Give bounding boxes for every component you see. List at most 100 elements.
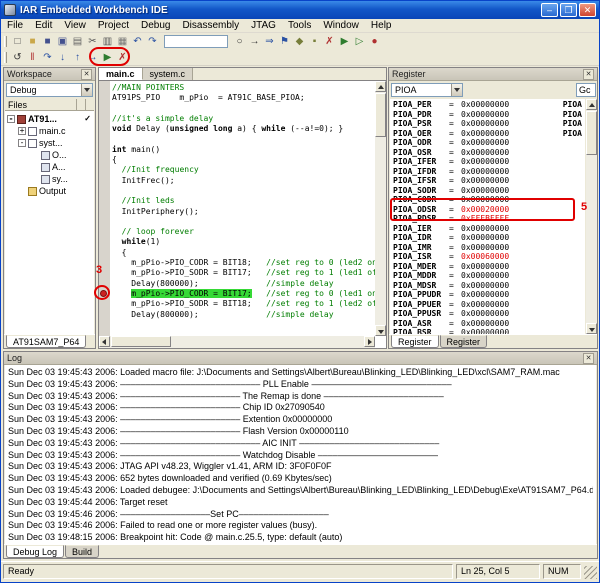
breakpoint-gutter[interactable] xyxy=(99,289,112,299)
code-line[interactable]: //Init leds xyxy=(99,196,375,206)
menu-item[interactable]: Disassembly xyxy=(176,19,245,33)
find-next-icon[interactable]: → xyxy=(247,34,262,48)
PIOA_PDR[interactable]: PIOA_PDR = 0x00000000 PIOA xyxy=(393,110,582,120)
scrollbar-thumb[interactable] xyxy=(111,336,171,347)
scrollbar-thumb[interactable] xyxy=(375,93,386,137)
close-icon[interactable]: ✕ xyxy=(583,69,594,80)
workspace-project-tab[interactable]: AT91SAM7_P64 xyxy=(6,335,86,348)
code-line[interactable]: Delay(800000); //simple delay xyxy=(99,310,375,320)
tab-build[interactable]: Build xyxy=(65,545,99,558)
breakpoint-gutter[interactable] xyxy=(99,310,112,320)
code-line[interactable]: void Delay (unsigned long a) { while (--… xyxy=(99,124,375,134)
stop-build-icon[interactable]: ✗ xyxy=(322,34,337,48)
scrollbar-thumb[interactable] xyxy=(586,111,597,155)
scroll-down-icon[interactable] xyxy=(375,325,386,336)
tree-item[interactable]: - AT91... ✓ xyxy=(5,113,94,125)
code-line[interactable] xyxy=(99,104,375,114)
chevron-down-icon[interactable] xyxy=(81,84,92,96)
menu-item[interactable]: Project xyxy=(92,19,135,33)
code-line[interactable]: m_pPio->PIO_SODR = BIT18; //set reg to 1… xyxy=(99,299,375,309)
reset-icon[interactable]: ↺ xyxy=(10,50,25,64)
breakpoint-gutter[interactable] xyxy=(99,237,112,247)
PIOA_ASR[interactable]: PIOA_ASR = 0x00000000 xyxy=(393,319,582,329)
tab-main-c[interactable]: main.c xyxy=(99,68,143,80)
PIOA_ODR[interactable]: PIOA_ODR = 0x00000000 xyxy=(393,138,582,148)
code-line[interactable]: { xyxy=(99,248,375,258)
breakpoint-gutter[interactable] xyxy=(99,176,112,186)
tab-system-c[interactable]: system.c xyxy=(143,68,194,80)
code-line[interactable]: while(1) xyxy=(99,237,375,247)
compile-icon[interactable]: ▪ xyxy=(307,34,322,48)
breakpoint-gutter[interactable] xyxy=(99,83,112,93)
expand-toggle-icon[interactable]: + xyxy=(18,127,26,135)
PIOA_MDSR[interactable]: PIOA_MDSR = 0x00000000 xyxy=(393,281,582,291)
tab-register-1[interactable]: Register xyxy=(391,335,439,348)
new-document-icon[interactable]: □ xyxy=(10,34,25,48)
debug-no-download-icon[interactable]: ▷ xyxy=(352,34,367,48)
PIOA_IMR[interactable]: PIOA_IMR = 0x00000000 xyxy=(393,243,582,253)
step-out-icon[interactable]: ↑ xyxy=(70,50,85,64)
code-line[interactable]: Delay(800000); //simple delay xyxy=(99,279,375,289)
go-icon[interactable]: ▶ xyxy=(100,50,115,64)
tree-item[interactable]: sy... xyxy=(5,173,94,185)
code-line[interactable]: m_pPio->PIO_SODR = BIT17; //set reg to 1… xyxy=(99,268,375,278)
code-line[interactable]: AT91PS_PIO m_pPio = AT91C_BASE_PIOA; xyxy=(99,93,375,103)
code-line[interactable]: InitFrec(); xyxy=(99,176,375,186)
paste-icon[interactable]: ▦ xyxy=(115,34,130,48)
tab-register-2[interactable]: Register xyxy=(440,335,488,348)
register-group-dropdown[interactable]: PIOA xyxy=(391,83,463,97)
scroll-up-icon[interactable] xyxy=(375,81,386,92)
code-line[interactable]: m_pPio->PIO_CODR = BIT17; //set reg to 0… xyxy=(99,289,375,299)
menu-item[interactable]: View xyxy=(58,19,92,33)
code-line[interactable]: //Init frequency xyxy=(99,165,375,175)
close-button[interactable]: ✕ xyxy=(579,3,596,17)
breakpoint-gutter[interactable] xyxy=(99,124,112,134)
copy-icon[interactable]: ▥ xyxy=(100,34,115,48)
PIOA_ODSR[interactable]: PIOA_ODSR = 0x00020000 xyxy=(393,205,582,215)
resize-grip[interactable] xyxy=(584,566,597,579)
expand-toggle-icon[interactable]: - xyxy=(7,115,15,123)
PIOA_PSR[interactable]: PIOA_PSR = 0x00000000 PIOA xyxy=(393,119,582,129)
close-icon[interactable]: ✕ xyxy=(583,353,594,364)
find-icon[interactable]: ○ xyxy=(232,34,247,48)
configuration-dropdown[interactable]: Debug xyxy=(6,83,93,97)
tree-item[interactable]: Output xyxy=(5,185,94,197)
chevron-down-icon[interactable] xyxy=(451,84,462,96)
breakpoint-gutter[interactable] xyxy=(99,196,112,206)
download-debug-icon[interactable]: ▶ xyxy=(337,34,352,48)
code-line[interactable] xyxy=(99,186,375,196)
goto-icon[interactable]: ⇒ xyxy=(262,34,277,48)
menu-item[interactable]: Tools xyxy=(282,19,317,33)
menu-item[interactable]: JTAG xyxy=(245,19,282,33)
code-line[interactable]: //MAIN POINTERS xyxy=(99,83,375,93)
maximize-button[interactable]: ❐ xyxy=(560,3,577,17)
PIOA_PPUSR[interactable]: PIOA_PPUSR = 0x00000000 xyxy=(393,309,582,319)
close-icon[interactable]: ✕ xyxy=(81,69,92,80)
tab-debug-log[interactable]: Debug Log xyxy=(6,545,64,558)
breakpoint-gutter[interactable] xyxy=(99,134,112,144)
breakpoint-gutter[interactable] xyxy=(99,155,112,165)
tree-item[interactable]: O... xyxy=(5,149,94,161)
PIOA_IFDR[interactable]: PIOA_IFDR = 0x00000000 xyxy=(393,167,582,177)
PIOA_OSR[interactable]: PIOA_OSR = 0x00000000 xyxy=(393,148,582,158)
code-line[interactable]: m_pPio->PIO_CODR = BIT18; //set reg to 0… xyxy=(99,258,375,268)
breakpoint-gutter[interactable] xyxy=(99,248,112,258)
find-combobox[interactable] xyxy=(164,35,228,48)
print-icon[interactable]: ▤ xyxy=(70,34,85,48)
open-folder-icon[interactable]: ■ xyxy=(25,34,40,48)
breakpoint-gutter[interactable] xyxy=(99,165,112,175)
breakpoint-gutter[interactable] xyxy=(99,114,112,124)
breakpoint-gutter[interactable] xyxy=(99,279,112,289)
PIOA_IDR[interactable]: PIOA_IDR = 0x00000000 xyxy=(393,233,582,243)
PIOA_IFSR[interactable]: PIOA_IFSR = 0x00000000 xyxy=(393,176,582,186)
PIOA_IFER[interactable]: PIOA_IFER = 0x00000000 xyxy=(393,157,582,167)
bookmark-icon[interactable]: ⚑ xyxy=(277,34,292,48)
breakpoint-gutter[interactable] xyxy=(99,207,112,217)
breakpoint-gutter[interactable] xyxy=(99,186,112,196)
breakpoint-gutter[interactable] xyxy=(99,268,112,278)
break-icon[interactable]: ‖ xyxy=(25,50,40,64)
menu-item[interactable]: Window xyxy=(317,19,365,33)
cut-icon[interactable]: ✂ xyxy=(85,34,100,48)
code-line[interactable] xyxy=(99,217,375,227)
breakpoint-gutter[interactable] xyxy=(99,227,112,237)
